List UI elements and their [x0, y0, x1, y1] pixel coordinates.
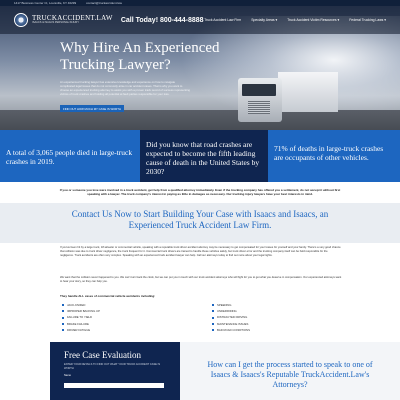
- body-paragraph: If you've been hit by a large truck, 18-…: [60, 246, 341, 257]
- list-item: Driver Fatigue: [62, 327, 100, 333]
- nav-item-federal-laws[interactable]: Federal Trucking Laws ▾: [349, 18, 386, 22]
- address-text: 1417 Business Center Ct, Louisville, KY …: [14, 1, 77, 5]
- form-subtitle: ENTER YOUR DETAILS TO FIND OUT WHAT YOUR…: [64, 363, 161, 370]
- hero-body: An experienced trucking lawyer has exten…: [60, 80, 190, 96]
- site-header: TRUCKACCIDENT.LAW ISAACS & ISAACS PERSON…: [0, 6, 400, 34]
- intro-text: If you or someone you love were involved…: [59, 188, 341, 197]
- site-logo[interactable]: TRUCKACCIDENT.LAW ISAACS & ISAACS PERSON…: [14, 13, 113, 27]
- accident-types-heading: They handle ALL cases of commercial vehi…: [60, 294, 156, 298]
- case-evaluation-form: Free Case Evaluation ENTER YOUR DETAILS …: [50, 342, 180, 400]
- list-item: Bad Road Conditions: [212, 327, 250, 333]
- stat-other-vehicles: 71% of deaths in large-truck crashes are…: [268, 130, 400, 182]
- form-title: Free Case Evaluation: [64, 350, 141, 360]
- main-nav: Truck Accident Law Firm Specialty Areas …: [204, 18, 386, 22]
- logo-tagline: ISAACS & ISAACS PERSONAL INJURY: [32, 21, 79, 25]
- nav-item-law-firm[interactable]: Truck Accident Law Firm: [204, 18, 241, 22]
- hero-title: Why Hire An Experienced Trucking Lawyer?: [60, 40, 220, 73]
- hero-truck-image: [238, 72, 338, 124]
- phone-link[interactable]: Call Today! 800-444-8888: [121, 17, 204, 24]
- faq-title: How can I get the process started to spe…: [207, 360, 373, 389]
- accident-types-list-left: Jack-Knifed Improper Backing Up Failure …: [62, 302, 100, 333]
- body-paragraph: We want that the collision never happene…: [60, 276, 342, 283]
- nav-item-victim-resources[interactable]: Truck Accident Victim Resources ▾: [287, 18, 339, 22]
- nav-item-specialty-areas[interactable]: Specialty Areas ▾: [251, 18, 277, 22]
- email-link[interactable]: contact@truckaccident.law: [86, 1, 122, 5]
- accident-types-list-right: Speeding Underriding Distracted Driving …: [212, 302, 250, 333]
- stat-deaths-2019: A total of 3,065 people died in large-tr…: [0, 130, 140, 182]
- cta-title: Contact Us Now to Start Building Your Ca…: [71, 209, 329, 230]
- stat-leading-cause: Did you know that road crashes are expec…: [140, 130, 268, 182]
- logo-seal-icon: [14, 13, 28, 27]
- case-worth-button[interactable]: FIND OUT HOW MUCH MY CASE IS WORTH: [60, 105, 124, 112]
- name-field[interactable]: [64, 383, 164, 389]
- name-label: Name: [64, 374, 71, 378]
- stats-row: A total of 3,065 people died in large-tr…: [0, 130, 400, 182]
